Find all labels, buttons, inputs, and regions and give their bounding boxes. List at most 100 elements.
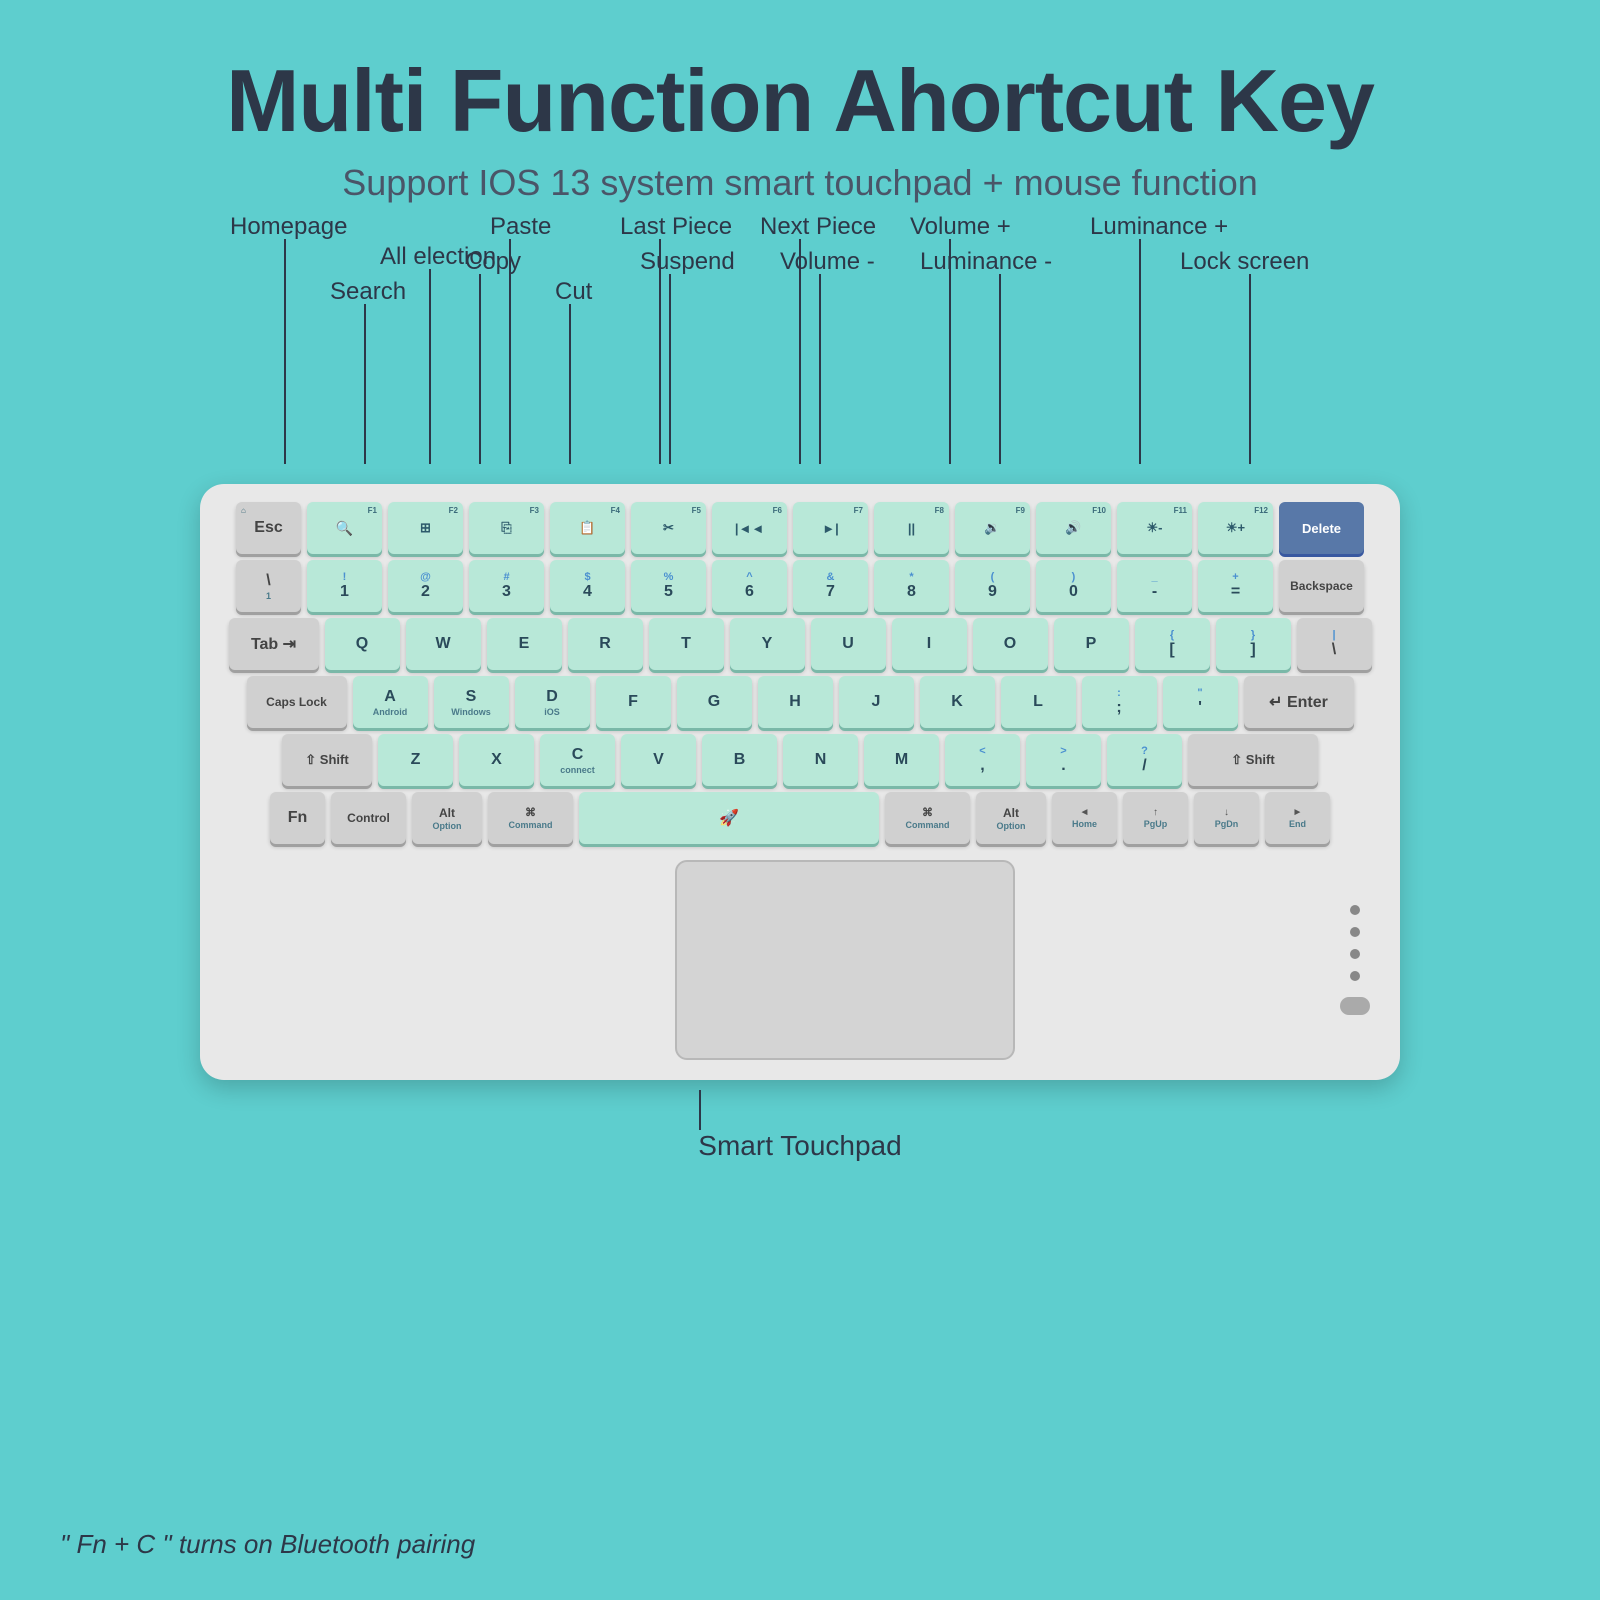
label-search: Search [330, 278, 406, 305]
label-next-piece: Next Piece [760, 213, 876, 240]
key-capslock[interactable]: Caps Lock [247, 676, 347, 728]
label-luminance-minus: Luminance - [920, 248, 1052, 275]
key-command-l[interactable]: ⌘ Command [488, 792, 573, 844]
key-q[interactable]: Q [325, 618, 400, 670]
key-minus[interactable]: _ - [1117, 560, 1192, 612]
key-fn[interactable]: Fn [270, 792, 325, 844]
key-f[interactable]: F [596, 676, 671, 728]
key-quote[interactable]: " ' [1163, 676, 1238, 728]
key-esc[interactable]: ⌂ Esc [236, 502, 301, 554]
bottom-note: " Fn + C " turns on Bluetooth pairing [60, 1529, 475, 1560]
key-f2[interactable]: F2 ⊞ [388, 502, 463, 554]
key-semicolon[interactable]: : ; [1082, 676, 1157, 728]
key-5[interactable]: % 5 [631, 560, 706, 612]
key-9[interactable]: ( 9 [955, 560, 1030, 612]
key-j[interactable]: J [839, 676, 914, 728]
label-volume-plus: Volume + [910, 213, 1011, 240]
label-suspend: Suspend [640, 248, 735, 275]
key-z[interactable]: Z [378, 734, 453, 786]
key-7[interactable]: & 7 [793, 560, 868, 612]
key-8[interactable]: * 8 [874, 560, 949, 612]
key-f12[interactable]: F12 ☀+ [1198, 502, 1273, 554]
touchpad[interactable] [675, 860, 1015, 1060]
key-space[interactable]: 🚀 [579, 792, 879, 844]
key-x[interactable]: X [459, 734, 534, 786]
key-w[interactable]: W [406, 618, 481, 670]
key-y[interactable]: Y [730, 618, 805, 670]
dot-4 [1350, 971, 1360, 981]
key-i[interactable]: I [892, 618, 967, 670]
key-a[interactable]: A Android [353, 676, 428, 728]
key-home[interactable]: ◄ Home [1052, 792, 1117, 844]
key-f3[interactable]: F3 ⎘ [469, 502, 544, 554]
key-g[interactable]: G [677, 676, 752, 728]
key-end[interactable]: ► End [1265, 792, 1330, 844]
key-f10[interactable]: F10 🔊 [1036, 502, 1111, 554]
key-4[interactable]: $ 4 [550, 560, 625, 612]
key-command-r[interactable]: ⌘ Command [885, 792, 970, 844]
dot-1 [1350, 905, 1360, 915]
key-2[interactable]: @ 2 [388, 560, 463, 612]
key-tab[interactable]: Tab ⇥ [229, 618, 319, 670]
key-option-r[interactable]: Alt Option [976, 792, 1046, 844]
key-3[interactable]: # 3 [469, 560, 544, 612]
key-f7[interactable]: F7 ►| [793, 502, 868, 554]
key-f9[interactable]: F9 🔉 [955, 502, 1030, 554]
key-rbracket[interactable]: } ] [1216, 618, 1291, 670]
fn-row: ⌂ Esc F1 🔍 F2 ⊞ F3 ⎘ [220, 502, 1380, 554]
key-c[interactable]: C connect [540, 734, 615, 786]
key-enter[interactable]: ↵ Enter [1244, 676, 1354, 728]
annotation-svg: Homepage All election Search Paste Copy … [100, 204, 1500, 484]
toggle-switch[interactable] [1340, 997, 1370, 1015]
label-homepage: Homepage [230, 213, 347, 240]
label-copy: Copy [465, 248, 521, 275]
key-f11[interactable]: F11 ☀- [1117, 502, 1192, 554]
touchpad-label: Smart Touchpad [698, 1130, 901, 1162]
key-f8[interactable]: F8 || [874, 502, 949, 554]
label-volume-minus: Volume - [780, 248, 875, 275]
key-l[interactable]: L [1001, 676, 1076, 728]
key-period[interactable]: > . [1026, 734, 1101, 786]
key-pgdn[interactable]: ↓ PgDn [1194, 792, 1259, 844]
label-all-election: All election [380, 243, 496, 270]
key-comma[interactable]: < , [945, 734, 1020, 786]
key-f6[interactable]: F6 |◄◄ [712, 502, 787, 554]
keyboard-outer: ⌂ Esc F1 🔍 F2 ⊞ F3 ⎘ [100, 484, 1500, 1160]
key-r[interactable]: R [568, 618, 643, 670]
key-lshift[interactable]: ⇧ Shift [282, 734, 372, 786]
key-v[interactable]: V [621, 734, 696, 786]
key-o[interactable]: O [973, 618, 1048, 670]
key-equals[interactable]: + = [1198, 560, 1273, 612]
label-luminance-plus: Luminance + [1090, 213, 1228, 240]
key-h[interactable]: H [758, 676, 833, 728]
label-paste: Paste [490, 213, 551, 240]
key-option-l[interactable]: Alt Option [412, 792, 482, 844]
key-delete[interactable]: Delete [1279, 502, 1364, 554]
key-m[interactable]: M [864, 734, 939, 786]
key-n[interactable]: N [783, 734, 858, 786]
key-k[interactable]: K [920, 676, 995, 728]
key-b[interactable]: B [702, 734, 777, 786]
key-e[interactable]: E [487, 618, 562, 670]
key-f1[interactable]: F1 🔍 [307, 502, 382, 554]
key-t[interactable]: T [649, 618, 724, 670]
key-6[interactable]: ^ 6 [712, 560, 787, 612]
key-1[interactable]: ! 1 [307, 560, 382, 612]
key-0[interactable]: ) 0 [1036, 560, 1111, 612]
key-slash[interactable]: ? / [1107, 734, 1182, 786]
key-f5[interactable]: F5 ✂ [631, 502, 706, 554]
page-container: Multi Function Ahortcut Key Support IOS … [0, 0, 1600, 1600]
key-p[interactable]: P [1054, 618, 1129, 670]
key-backtick[interactable]: \ 1 [236, 560, 301, 612]
key-s[interactable]: S Windows [434, 676, 509, 728]
key-rshift[interactable]: ⇧ Shift [1188, 734, 1318, 786]
key-pgup[interactable]: ↑ PgUp [1123, 792, 1188, 844]
key-f4[interactable]: F4 📋 [550, 502, 625, 554]
key-control[interactable]: Control [331, 792, 406, 844]
key-backslash[interactable]: | \ [1297, 618, 1372, 670]
key-backspace[interactable]: Backspace [1279, 560, 1364, 612]
number-row: \ 1 ! 1 @ 2 # 3 [220, 560, 1380, 612]
key-u[interactable]: U [811, 618, 886, 670]
key-d[interactable]: D iOS [515, 676, 590, 728]
key-lbracket[interactable]: { [ [1135, 618, 1210, 670]
